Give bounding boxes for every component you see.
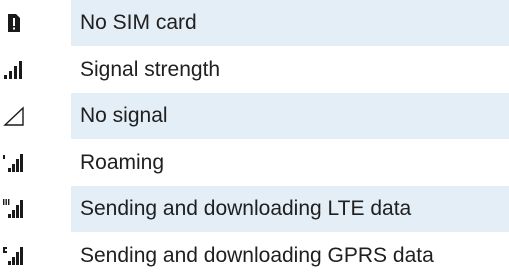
legend-label: Sending and downloading LTE data — [71, 186, 509, 232]
roaming-icon — [0, 140, 71, 186]
legend-label: No SIM card — [71, 0, 509, 46]
legend-row-no-signal: No signal — [0, 93, 509, 139]
legend-row-lte-data: Sending and downloading LTE data — [0, 186, 509, 232]
legend-label: Sending and downloading GPRS data — [80, 244, 434, 267]
legend-label: No signal — [71, 93, 509, 139]
legend-label: Signal strength — [80, 58, 221, 81]
legend-row-signal-strength: Signal strength — [0, 47, 509, 93]
legend-row-roaming: Roaming — [0, 140, 509, 186]
lte-data-icon — [0, 186, 71, 232]
no-sim-icon — [0, 0, 71, 46]
status-icon-legend: No SIM card Signal strength No signal Ro… — [0, 0, 509, 279]
legend-row-gprs-data: Sending and downloading GPRS data — [0, 233, 509, 279]
gprs-data-icon — [0, 233, 71, 279]
legend-label: Roaming — [80, 151, 165, 174]
signal-strength-icon — [0, 47, 71, 93]
legend-row-no-sim: No SIM card — [0, 0, 509, 46]
no-signal-icon — [0, 93, 71, 139]
